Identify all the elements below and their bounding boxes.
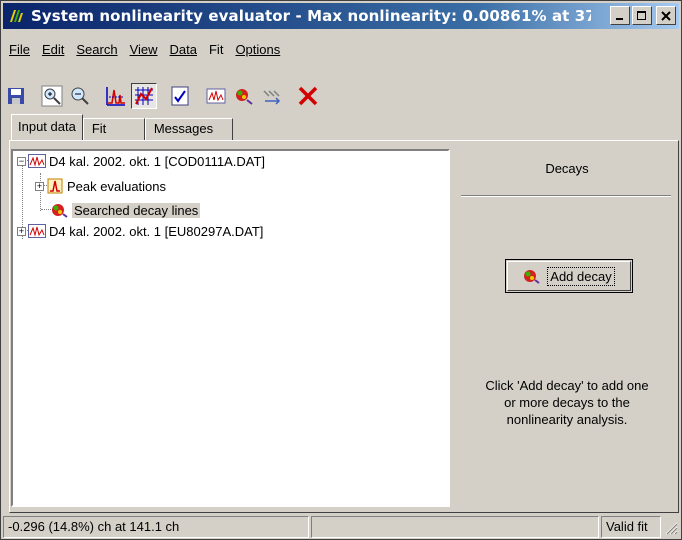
menu-search[interactable]: Search xyxy=(70,39,123,61)
report-button[interactable] xyxy=(167,83,193,109)
collapse-icon[interactable]: − xyxy=(17,156,26,166)
tree-item-label: D4 kal. 2002. okt. 1 [EU80297A.DAT] xyxy=(49,223,264,239)
tree-item-cod0111a[interactable]: − D4 kal. 2002. okt. 1 [COD0111A.DAT] xyxy=(17,151,265,171)
tree-item-peak-evaluations[interactable]: + Peak evaluations xyxy=(35,176,166,196)
menu-options[interactable]: Options xyxy=(229,39,286,61)
expand-icon[interactable]: + xyxy=(35,181,44,191)
expand-icon[interactable]: + xyxy=(17,226,26,236)
status-fit: Valid fit xyxy=(601,516,661,538)
data-tree[interactable]: − D4 kal. 2002. okt. 1 [COD0111A.DAT] + … xyxy=(11,149,450,507)
menu-data-label: Data xyxy=(169,42,197,57)
spectrum-file-icon xyxy=(28,153,46,169)
grid-chart-button[interactable] xyxy=(131,83,157,109)
menu-bar: File Edit Search View Data Fit Options xyxy=(3,39,286,61)
grid-chart-icon xyxy=(135,87,153,105)
title-bar[interactable]: System nonlinearity evaluator - Max nonl… xyxy=(3,3,679,29)
add-decay-help: Click 'Add decay' to add one or more dec… xyxy=(459,377,675,428)
zoom-out-button[interactable] xyxy=(67,83,93,109)
decay-icon xyxy=(236,89,253,105)
tab-strip: Input data Fit Messages xyxy=(11,114,233,140)
divider xyxy=(461,195,671,197)
spectrum-file-icon xyxy=(28,223,46,239)
menu-data[interactable]: Data xyxy=(164,39,203,61)
add-decay-label: Add decay xyxy=(547,266,615,286)
decays-pane: Decays Add decay Click 'Add decay' to ad… xyxy=(457,149,677,507)
menu-view-label: View xyxy=(129,42,158,57)
maximize-button[interactable] xyxy=(632,6,652,25)
tree-item-label: Peak evaluations xyxy=(67,178,167,194)
tree-item-searched-decay-lines[interactable]: Searched decay lines xyxy=(49,200,201,220)
menu-fit[interactable]: Fit xyxy=(203,39,229,61)
tab-messages[interactable]: Messages xyxy=(144,118,233,140)
peak-icon xyxy=(46,178,64,194)
minimize-icon xyxy=(616,17,623,20)
save-icon xyxy=(8,88,24,104)
app-icon[interactable] xyxy=(7,7,25,25)
menu-file[interactable]: File xyxy=(3,39,36,61)
resize-grip-icon[interactable] xyxy=(663,516,679,536)
menu-options-label: Options xyxy=(235,42,281,57)
app-window: System nonlinearity evaluator - Max nonl… xyxy=(0,0,682,540)
window-title: System nonlinearity evaluator - Max nonl… xyxy=(31,7,591,25)
help-line: Click 'Add decay' to add one xyxy=(485,378,649,393)
zoom-out-icon xyxy=(71,87,89,105)
save-button[interactable] xyxy=(3,83,29,109)
report-icon xyxy=(171,86,189,106)
maximize-icon xyxy=(637,10,646,20)
close-button[interactable] xyxy=(656,6,676,25)
toolbar xyxy=(3,79,323,113)
fit-button[interactable] xyxy=(259,83,285,109)
fit-icon xyxy=(263,90,281,105)
delete-icon xyxy=(298,86,318,106)
tab-input-data[interactable]: Input data xyxy=(11,114,83,140)
decay-icon xyxy=(51,202,69,218)
delete-button[interactable] xyxy=(295,83,321,109)
peak-chart-button[interactable] xyxy=(103,83,129,109)
menu-fit-label: Fit xyxy=(208,42,224,57)
tab-fit[interactable]: Fit xyxy=(82,118,145,140)
menu-edit-label: Edit xyxy=(41,42,65,57)
status-cursor: -0.296 (14.8%) ch at 141.1 ch xyxy=(3,516,309,538)
tree-item-label: Searched decay lines xyxy=(72,202,201,218)
help-line: or more decays to the xyxy=(504,395,630,410)
status-middle xyxy=(311,516,599,538)
close-icon xyxy=(661,10,671,21)
decay-icon xyxy=(524,270,540,284)
peak-chart-icon xyxy=(106,87,125,106)
menu-file-label: File xyxy=(9,42,30,57)
minimize-button[interactable] xyxy=(610,6,630,25)
menu-search-label: Search xyxy=(76,42,118,57)
menu-edit[interactable]: Edit xyxy=(36,39,70,61)
add-decay-button[interactable]: Add decay xyxy=(505,259,633,293)
zoom-in-icon xyxy=(41,85,63,107)
tree-item-eu80297a[interactable]: + D4 kal. 2002. okt. 1 [EU80297A.DAT] xyxy=(17,221,263,241)
zoom-in-button[interactable] xyxy=(39,83,65,109)
status-bar: -0.296 (14.8%) ch at 141.1 ch Valid fit xyxy=(3,516,679,538)
decays-title: Decays xyxy=(545,161,589,176)
tree-item-label: D4 kal. 2002. okt. 1 [COD0111A.DAT] xyxy=(49,153,266,169)
decay-button[interactable] xyxy=(231,83,257,109)
help-line: nonlinearity analysis. xyxy=(506,412,628,427)
spectrum-button[interactable] xyxy=(203,83,229,109)
spectrum-icon xyxy=(206,88,226,104)
menu-view[interactable]: View xyxy=(124,39,164,61)
